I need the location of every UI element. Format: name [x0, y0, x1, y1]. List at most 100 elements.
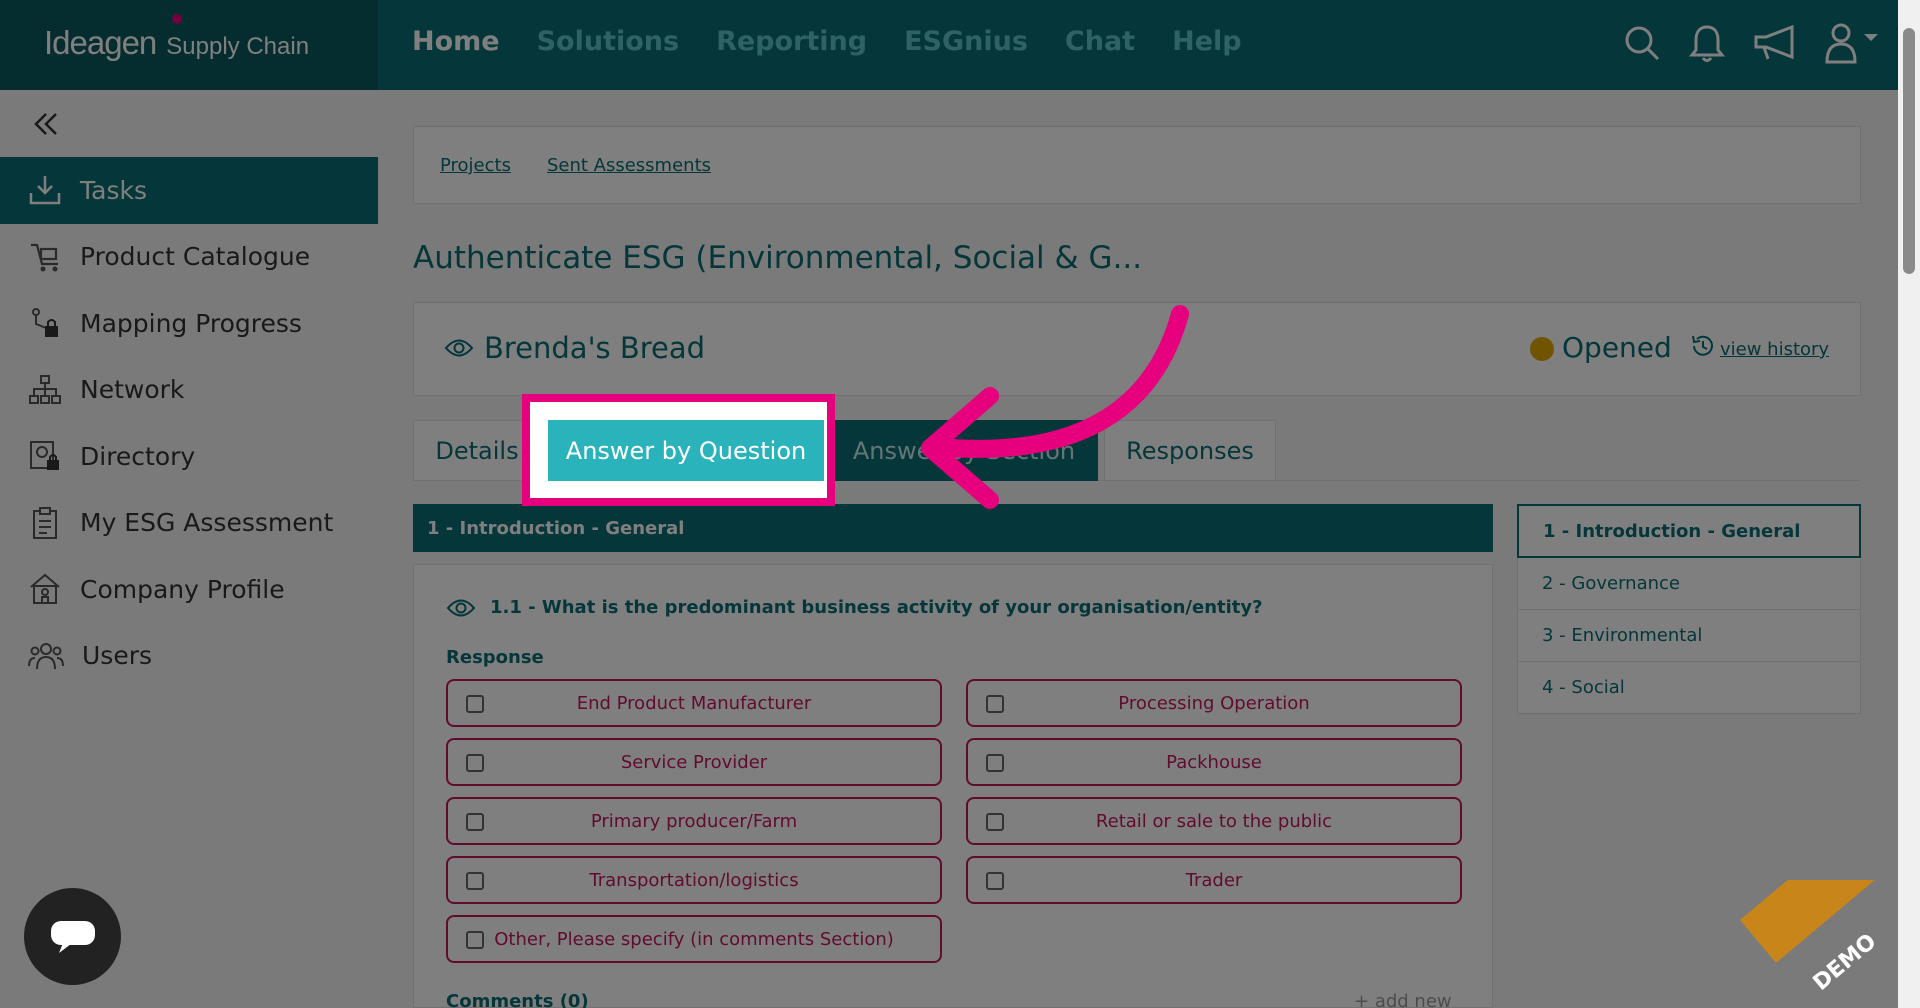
sidebar-item-label: Company Profile — [80, 574, 285, 604]
sidebar-item-label: Mapping Progress — [80, 308, 302, 338]
checkbox[interactable] — [986, 754, 1004, 772]
nav-help[interactable]: Help — [1172, 26, 1242, 57]
sidebar-item-network[interactable]: Network — [0, 357, 378, 424]
option-other[interactable]: Other, Please specify (in comments Secti… — [446, 915, 942, 963]
view-history-link[interactable]: view history — [1720, 339, 1829, 360]
nav-links: Home Solutions Reporting ESGnius Chat He… — [412, 26, 1242, 57]
megaphone-icon[interactable] — [1752, 23, 1798, 63]
collapse-sidebar-icon[interactable] — [32, 110, 60, 138]
checkbox[interactable] — [466, 872, 484, 890]
option-service-provider[interactable]: Service Provider — [446, 738, 942, 786]
scroll-thumb[interactable] — [1903, 28, 1915, 274]
add-new-label: add new — [1374, 991, 1452, 1008]
page-scrollbar[interactable] — [1898, 0, 1920, 1008]
breadcrumb-bar: Projects Sent Assessments — [413, 126, 1861, 204]
search-icon[interactable] — [1622, 23, 1662, 63]
sidebar-item-product-catalogue[interactable]: Product Catalogue — [0, 224, 378, 291]
cart-icon — [31, 243, 58, 272]
logo-product: Supply Chain — [166, 33, 310, 60]
highlight-frame — [522, 394, 835, 506]
top-nav: Ideagen Supply Chain Home Solutions Repo… — [0, 0, 1920, 90]
checkbox[interactable] — [466, 931, 484, 949]
nav-esgnius[interactable]: ESGnius — [904, 26, 1028, 57]
option-trader[interactable]: Trader — [966, 856, 1462, 904]
clipboard-icon — [33, 506, 57, 539]
bell-icon[interactable] — [1688, 23, 1726, 63]
nav-reporting[interactable]: Reporting — [716, 26, 867, 57]
option-label: Processing Operation — [1118, 692, 1310, 714]
eye-icon[interactable] — [446, 597, 476, 619]
comments-label: Comments (0) — [446, 991, 589, 1008]
sidebar-item-mapping-progress[interactable]: Mapping Progress — [0, 290, 378, 357]
checkbox[interactable] — [466, 813, 484, 831]
section-navigator: 1 - Introduction - General 2 - Governanc… — [1517, 504, 1861, 714]
sidebar-item-label: Directory — [80, 441, 196, 471]
sidebar-item-label: Users — [82, 641, 153, 671]
nav-home[interactable]: Home — [412, 26, 500, 57]
user-menu-icon[interactable] — [1824, 22, 1880, 64]
breadcrumb: Projects Sent Assessments — [440, 155, 711, 176]
nav-chat[interactable]: Chat — [1065, 26, 1135, 57]
chat-launcher[interactable] — [24, 888, 121, 985]
option-primary-producer[interactable]: Primary producer/Farm — [446, 797, 942, 845]
option-label: Other, Please specify (in comments Secti… — [494, 928, 894, 950]
checkbox[interactable] — [986, 695, 1004, 713]
option-label: End Product Manufacturer — [576, 692, 812, 714]
option-label: Retail or sale to the public — [1095, 810, 1333, 832]
option-end-product-manufacturer[interactable]: End Product Manufacturer — [446, 679, 942, 727]
network-icon — [29, 374, 61, 404]
sidebar: Tasks Product Catalogue Mapping Progress… — [0, 90, 378, 1008]
sidebar-menu: Tasks Product Catalogue Mapping Progress… — [0, 157, 378, 689]
checkbox[interactable] — [466, 695, 484, 713]
sidebar-item-tasks[interactable]: Tasks — [0, 157, 378, 224]
sidebar-item-company-profile[interactable]: Company Profile — [0, 556, 378, 623]
sidebar-item-label: Network — [80, 375, 185, 405]
option-processing-operation[interactable]: Processing Operation — [966, 679, 1462, 727]
building-icon — [30, 573, 60, 605]
breadcrumb-sent-assessments[interactable]: Sent Assessments — [547, 155, 711, 176]
sidebar-item-my-esg-assessment[interactable]: My ESG Assessment — [0, 490, 378, 557]
option-packhouse[interactable]: Packhouse — [966, 738, 1462, 786]
option-retail[interactable]: Retail or sale to the public — [966, 797, 1462, 845]
sidebar-item-label: Product Catalogue — [80, 242, 311, 272]
sidebar-item-label: Tasks — [80, 175, 147, 205]
eye-icon — [444, 339, 474, 357]
breadcrumb-projects[interactable]: Projects — [440, 155, 511, 176]
toc-item-environmental[interactable]: 3 - Environmental — [1517, 610, 1861, 662]
sidebar-item-users[interactable]: Users — [0, 623, 378, 690]
nav-icons — [1622, 22, 1880, 64]
download-tray-icon — [29, 176, 61, 205]
checkbox[interactable] — [986, 813, 1004, 831]
status-dot — [1530, 337, 1554, 361]
users-icon — [28, 642, 64, 669]
option-label: Packhouse — [1166, 751, 1262, 773]
option-label: Service Provider — [620, 751, 768, 773]
toc-item-introduction[interactable]: 1 - Introduction - General — [1517, 504, 1861, 558]
option-label: Trader — [1185, 869, 1243, 891]
question-card: 1.1 - What is the predominant business a… — [413, 564, 1493, 1008]
directory-lock-icon — [30, 441, 59, 471]
chat-icon — [50, 920, 95, 953]
supplier-name: Brenda's Bread — [484, 331, 706, 365]
option-label: Transportation/logistics — [589, 869, 799, 891]
toc-item-social[interactable]: 4 - Social — [1517, 662, 1861, 714]
nav-solutions[interactable]: Solutions — [537, 26, 679, 57]
logo-brand: Ideagen — [44, 24, 157, 61]
checkbox[interactable] — [466, 754, 484, 772]
sidebar-item-label: My ESG Assessment — [80, 508, 334, 538]
option-label: Primary producer/Farm — [590, 810, 798, 832]
page-title: Authenticate ESG (Environmental, Social … — [413, 240, 1143, 276]
history-icon[interactable] — [1690, 333, 1716, 359]
question-text: 1.1 - What is the predominant business a… — [490, 597, 1263, 618]
response-label: Response — [446, 647, 544, 668]
sidebar-item-directory[interactable]: Directory — [0, 423, 378, 490]
add-comment-button[interactable]: + add new — [1354, 991, 1452, 1008]
mapping-lock-icon — [32, 308, 58, 338]
pointer-arrow-icon — [921, 305, 1189, 509]
option-transportation[interactable]: Transportation/logistics — [446, 856, 942, 904]
logo[interactable]: Ideagen Supply Chain — [44, 14, 310, 62]
logo-dot — [172, 14, 182, 24]
checkbox[interactable] — [986, 872, 1004, 890]
toc-item-governance[interactable]: 2 - Governance — [1517, 558, 1861, 610]
status-badge: Opened — [1562, 331, 1672, 364]
